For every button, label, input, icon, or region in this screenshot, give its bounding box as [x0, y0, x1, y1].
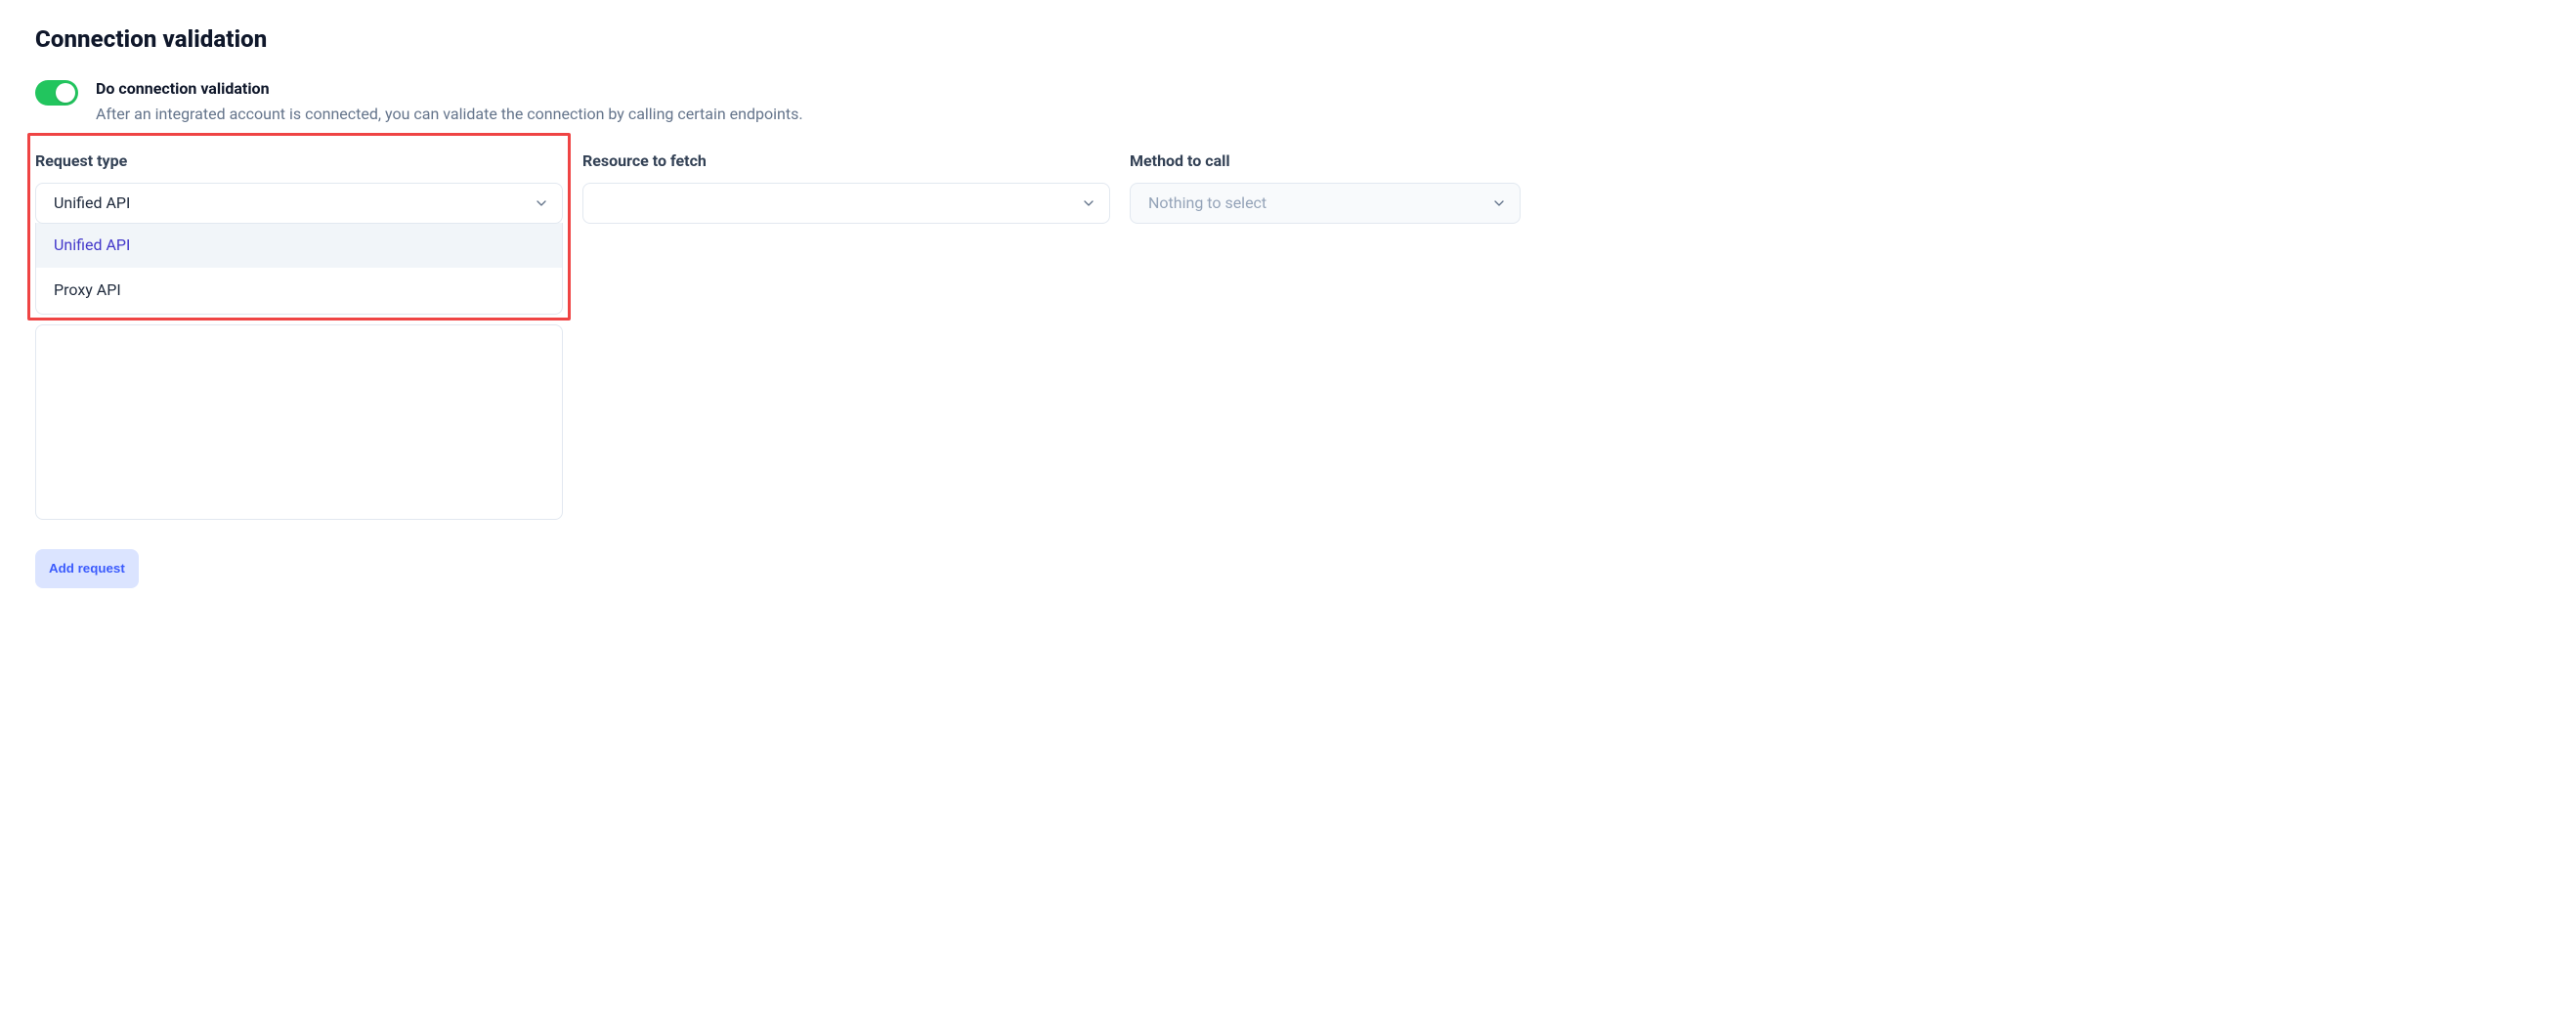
toggle-description: After an integrated account is connected…: [96, 104, 803, 125]
chevron-down-icon: [1490, 194, 1508, 212]
request-type-select[interactable]: Unified API: [35, 183, 563, 224]
toggle-knob: [56, 83, 75, 103]
fields-row: Request type Unified API Unified API Pro…: [35, 150, 2541, 314]
request-type-dropdown: Unified API Proxy API: [35, 223, 563, 315]
chevron-down-icon: [533, 194, 550, 212]
request-type-option-unified[interactable]: Unified API: [36, 223, 562, 268]
connection-validation-toggle[interactable]: [35, 80, 78, 106]
method-to-call-select: Nothing to select: [1130, 183, 1521, 224]
request-type-selected-value: Unified API: [54, 192, 130, 214]
chevron-down-icon: [1080, 194, 1097, 212]
page-title: Connection validation: [35, 23, 2541, 57]
toggle-label: Do connection validation: [96, 78, 803, 100]
method-to-call-column: Method to call Nothing to select: [1130, 150, 1521, 223]
method-to-call-label: Method to call: [1130, 150, 1521, 172]
add-request-button[interactable]: Add request: [35, 549, 139, 588]
request-type-option-proxy[interactable]: Proxy API: [36, 268, 562, 313]
resource-to-fetch-select[interactable]: [582, 183, 1110, 224]
request-type-column: Request type Unified API Unified API Pro…: [35, 150, 563, 314]
resource-to-fetch-label: Resource to fetch: [582, 150, 1110, 172]
request-body-box[interactable]: [35, 324, 563, 520]
resource-to-fetch-column: Resource to fetch: [582, 150, 1110, 223]
toggle-text: Do connection validation After an integr…: [96, 78, 803, 126]
method-to-call-placeholder: Nothing to select: [1148, 192, 1267, 214]
request-type-label: Request type: [35, 150, 563, 172]
toggle-row: Do connection validation After an integr…: [35, 78, 2541, 126]
